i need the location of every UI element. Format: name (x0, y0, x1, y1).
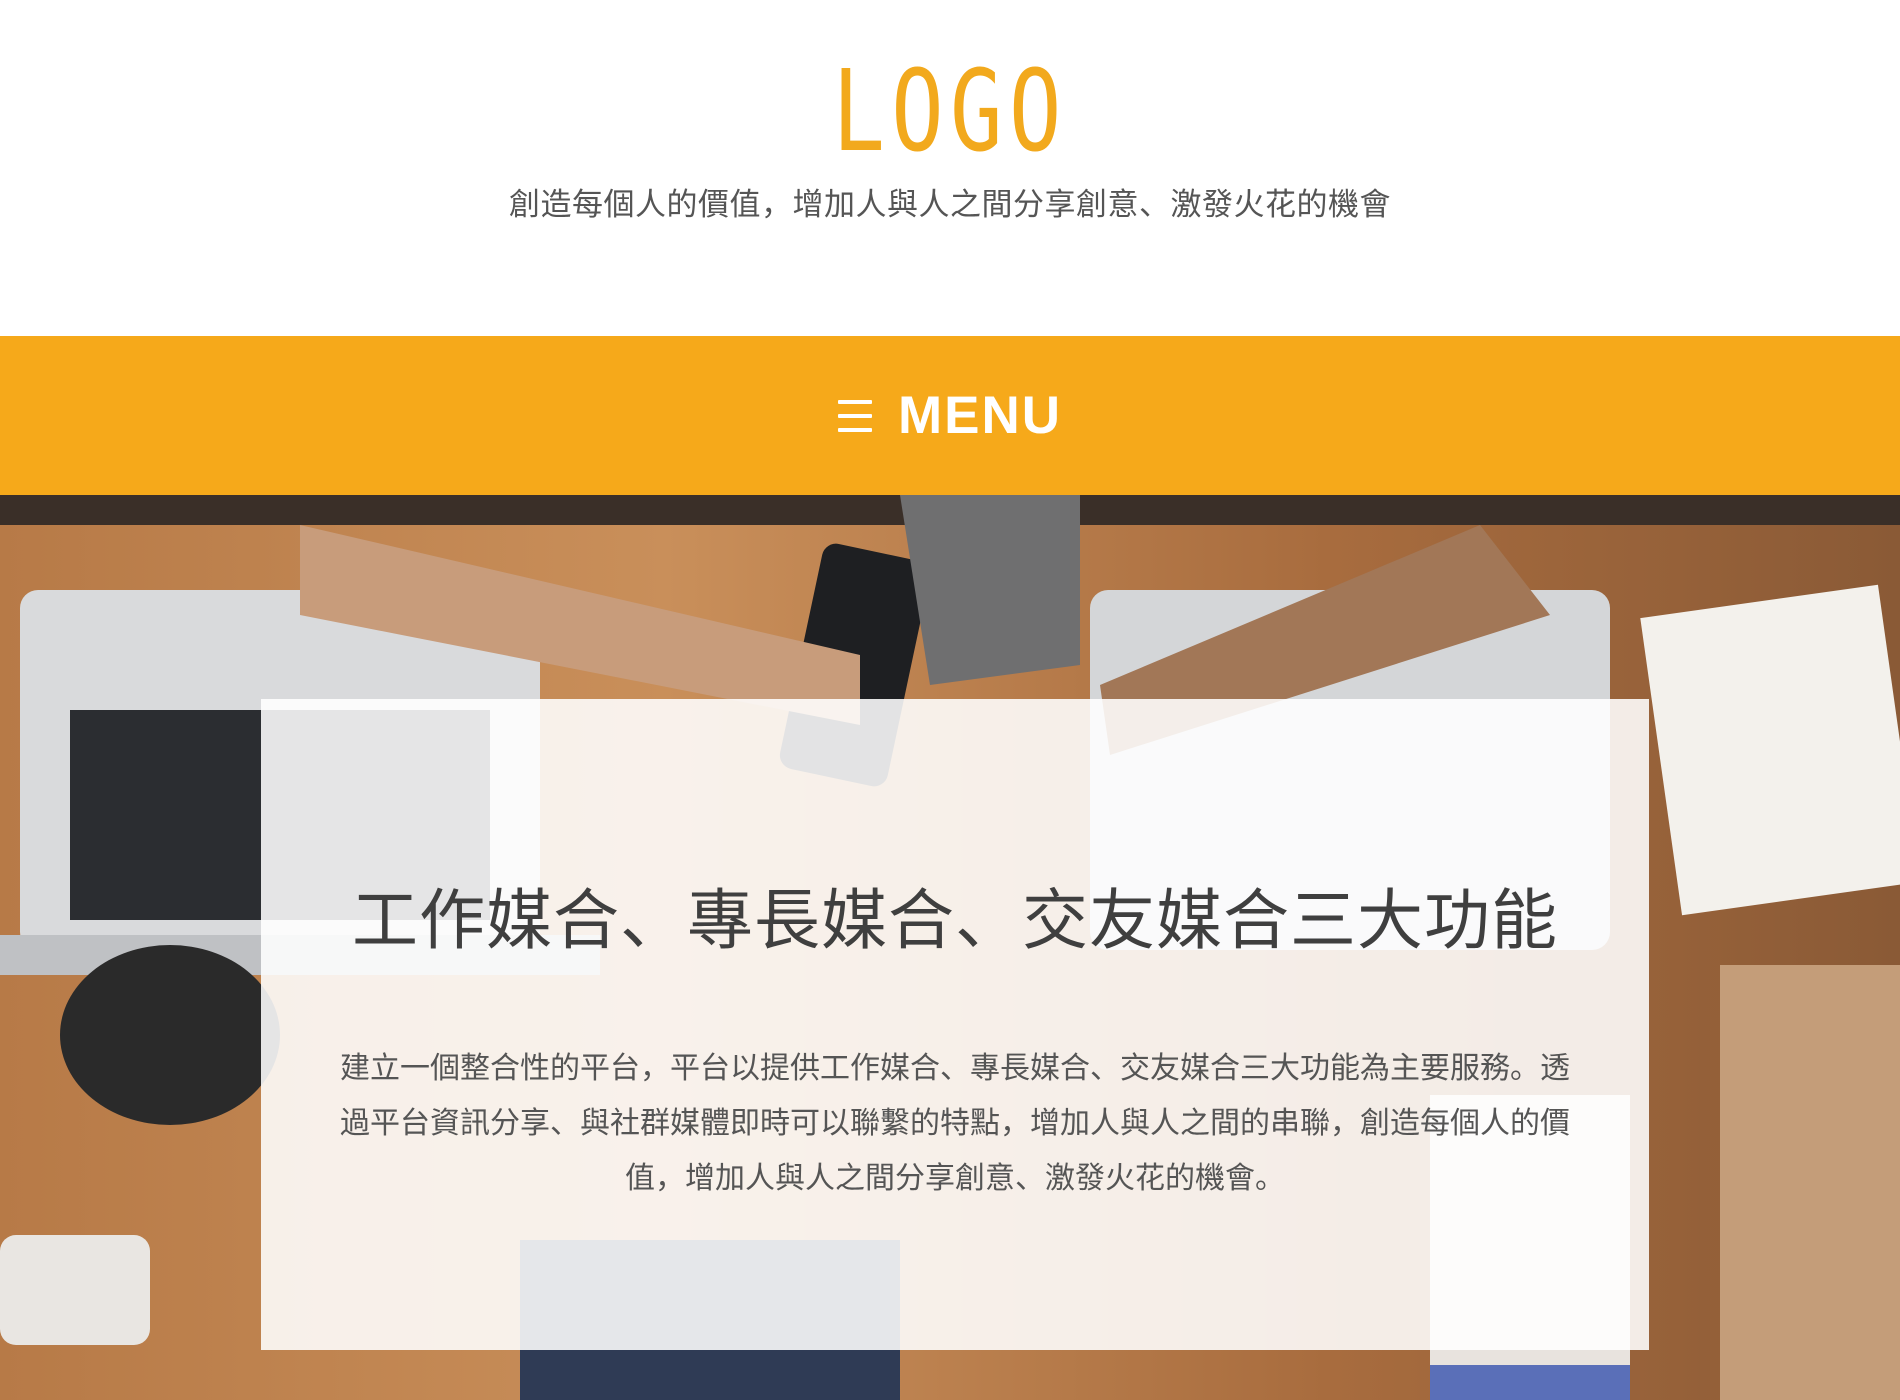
menu-label[interactable]: MENU (898, 385, 1062, 446)
site-tagline: 創造每個人的價值，增加人與人之間分享創意、激發火花的機會 (509, 187, 1391, 223)
hero-description: 建立一個整合性的平台，平台以提供工作媒合、專長媒合、交友媒合三大功能為主要服務。… (340, 1051, 1570, 1196)
hamburger-icon[interactable] (837, 399, 872, 432)
site-header: LOGO 創造每個人的價值，增加人與人之間分享創意、激發火花的機會 (0, 0, 1900, 336)
logo[interactable]: LOGO (209, 48, 1691, 176)
menu-button[interactable]: MENU (837, 385, 1062, 446)
menu-bar[interactable]: MENU (0, 336, 1900, 495)
hero-section: 工作媒合、專長媒合、交友媒合三大功能 建立一個整合性的平台，平台以提供工作媒合、… (0, 495, 1900, 1400)
hero-title: 工作媒合、專長媒合、交友媒合三大功能 (352, 882, 1558, 960)
hero-card: 工作媒合、專長媒合、交友媒合三大功能 建立一個整合性的平台，平台以提供工作媒合、… (261, 699, 1649, 1350)
